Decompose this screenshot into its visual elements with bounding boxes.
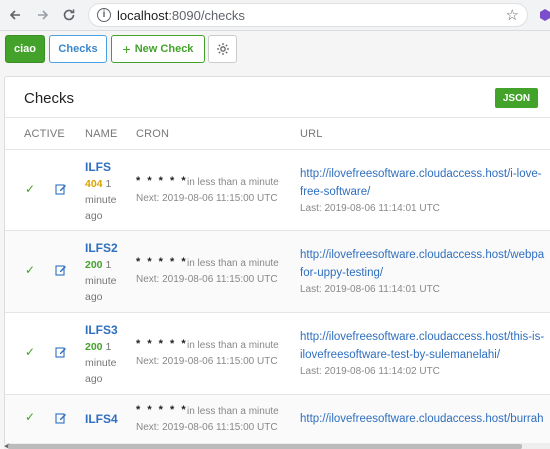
browser-toolbar: i localhost:8090/checks ☆: [0, 0, 550, 31]
settings-button[interactable]: [208, 35, 237, 63]
new-check-button[interactable]: + New Check: [111, 35, 205, 63]
status-time: 1: [105, 178, 112, 190]
checkmark-icon[interactable]: ✓: [25, 345, 35, 359]
cron-relative: in less than a minute: [187, 177, 279, 188]
gear-icon: [216, 43, 229, 55]
cron-expression: * * * * *: [136, 404, 188, 416]
checkmark-icon[interactable]: ✓: [25, 182, 35, 196]
cron-relative: in less than a minute: [187, 258, 279, 269]
edit-icon[interactable]: [55, 346, 67, 358]
checks-button-label: Checks: [58, 43, 98, 55]
arrow-right-icon[interactable]: [32, 4, 54, 26]
status-time: 1: [105, 259, 112, 271]
status-time: ago: [85, 210, 103, 222]
checkmark-icon[interactable]: ✓: [25, 263, 35, 277]
table-row: ✓ ILFS3 200 1 minute ago * * * * * in le…: [5, 313, 550, 394]
extension-icon[interactable]: [538, 8, 550, 22]
status-code: 200: [85, 259, 103, 271]
panel-title: Checks: [24, 90, 75, 107]
url-line: http://ilovefreesoftware.cloudaccess.hos…: [300, 249, 545, 261]
url-line: ilovefreesoftware-test-by-sulemanelahi/: [300, 349, 501, 361]
status-time: ago: [85, 373, 103, 385]
json-button[interactable]: JSON: [495, 88, 538, 108]
cron-relative: in less than a minute: [187, 340, 279, 351]
status-time: ago: [85, 291, 103, 303]
column-header-cron: CRON: [136, 128, 170, 140]
check-status: 200 1 minute ago: [85, 257, 135, 305]
check-name-link[interactable]: ILFS4: [85, 412, 118, 426]
cron-expression: * * * * *: [136, 175, 188, 187]
last-run: Last: 2019-08-06 11:14:01 UTC: [300, 284, 440, 295]
cron-next: Next: 2019-08-06 11:15:00 UTC: [136, 274, 278, 285]
cron-relative: in less than a minute: [187, 406, 279, 417]
column-header-url: URL: [300, 128, 323, 140]
check-status: 404 1 minute ago: [85, 176, 135, 224]
check-status: 200 1 minute ago: [85, 339, 135, 387]
reload-icon[interactable]: [58, 4, 80, 26]
cron-expression: * * * * *: [136, 256, 188, 268]
new-check-label: New Check: [134, 43, 194, 55]
cron-next: Next: 2019-08-06 11:15:00 UTC: [136, 356, 278, 367]
checkmark-icon[interactable]: ✓: [25, 410, 35, 424]
cron-next: Next: 2019-08-06 11:15:00 UTC: [136, 193, 278, 204]
url-line: free-software/: [300, 186, 371, 198]
home-button[interactable]: ciao: [5, 35, 45, 63]
star-icon[interactable]: ☆: [506, 6, 519, 24]
column-header-active: ACTIVE: [24, 128, 65, 140]
checks-panel: Checks JSON ACTIVE NAME CRON URL ✓ ILFS …: [4, 76, 550, 449]
info-icon[interactable]: i: [97, 8, 111, 22]
home-button-label: ciao: [13, 43, 36, 55]
check-name-link[interactable]: ILFS3: [85, 323, 118, 337]
last-run: Last: 2019-08-06 11:14:01 UTC: [300, 203, 440, 214]
check-url-link[interactable]: http://ilovefreesoftware.cloudaccess.hos…: [300, 246, 550, 282]
table-row: ✓ ILFS2 200 1 minute ago * * * * * in le…: [5, 231, 550, 312]
edit-icon[interactable]: [55, 264, 67, 276]
checks-button[interactable]: Checks: [49, 35, 107, 63]
status-code: 200: [85, 341, 103, 353]
check-name-link[interactable]: ILFS: [85, 160, 111, 174]
check-url-link[interactable]: http://ilovefreesoftware.cloudaccess.hos…: [300, 165, 550, 201]
url-line: http://ilovefreesoftware.cloudaccess.hos…: [300, 331, 545, 343]
divider: [5, 117, 550, 118]
plus-icon: +: [122, 41, 131, 57]
check-name-link[interactable]: ILFS2: [85, 241, 118, 255]
last-run: Last: 2019-08-06 11:14:02 UTC: [300, 366, 440, 377]
status-time: minute: [85, 357, 117, 369]
edit-icon[interactable]: [55, 412, 67, 424]
scrollbar-thumb[interactable]: [8, 444, 522, 449]
address-url[interactable]: localhost:8090/checks: [117, 8, 245, 23]
status-time: minute: [85, 194, 117, 206]
table-row: ✓ ILFS 404 1 minute ago * * * * * in les…: [5, 150, 550, 230]
url-line: for-uppy-testing/: [300, 267, 384, 279]
status-time: 1: [105, 341, 112, 353]
address-bar[interactable]: i localhost:8090/checks ☆: [88, 3, 528, 27]
status-time: minute: [85, 275, 117, 287]
cron-expression: * * * * *: [136, 338, 188, 350]
check-url-link[interactable]: http://ilovefreesoftware.cloudaccess.hos…: [300, 328, 550, 364]
cron-next: Next: 2019-08-06 11:15:00 UTC: [136, 422, 278, 433]
url-line: http://ilovefreesoftware.cloudaccess.hos…: [300, 168, 542, 180]
table-row: ✓ ILFS4 * * * * * in less than a minute …: [5, 395, 550, 449]
edit-icon[interactable]: [55, 183, 67, 195]
check-url-link[interactable]: http://ilovefreesoftware.cloudaccess.hos…: [300, 410, 550, 428]
status-code: 404: [85, 178, 103, 190]
url-line: http://ilovefreesoftware.cloudaccess.hos…: [300, 413, 544, 425]
column-header-name: NAME: [85, 128, 118, 140]
arrow-left-icon[interactable]: [4, 4, 26, 26]
